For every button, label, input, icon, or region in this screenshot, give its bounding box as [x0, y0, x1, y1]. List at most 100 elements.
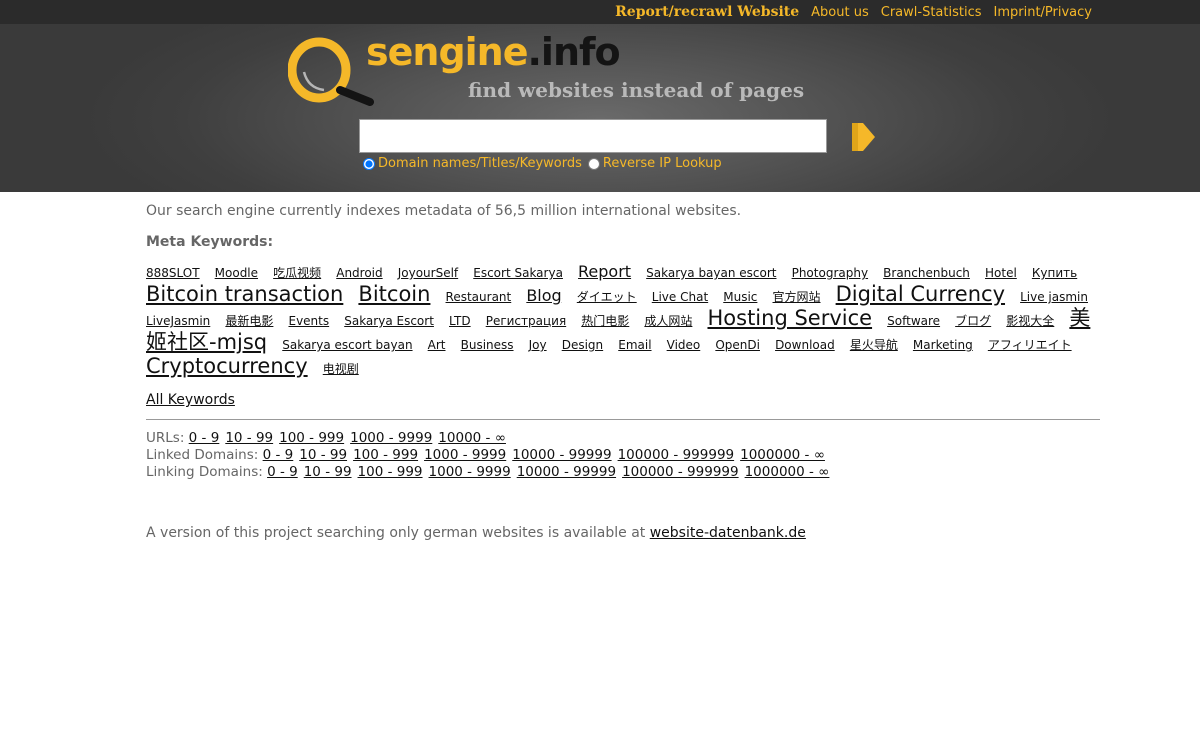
urls-range-row: URLs: 0 - 9 10 - 99 100 - 999 1000 - 9999 10…: [146, 430, 1100, 447]
keyword-link[interactable]: 888SLOT: [146, 266, 200, 280]
keyword-link[interactable]: 热门电影: [581, 314, 629, 328]
top-nav: Report/recrawl Website About us Crawl-St…: [615, 0, 1092, 24]
keyword-link[interactable]: Live jasmin: [1020, 290, 1088, 304]
footer-note: A version of this project searching only…: [146, 525, 1100, 541]
range-link[interactable]: 0 - 9: [263, 447, 294, 463]
keyword-link[interactable]: Hosting Service: [707, 306, 872, 330]
range-link[interactable]: 0 - 9: [189, 430, 220, 446]
keyword-link[interactable]: OpenDi: [715, 338, 760, 352]
keyword-link[interactable]: Events: [288, 314, 329, 328]
reverse-ip-option[interactable]: Reverse IP Lookup: [587, 156, 722, 171]
keyword-link[interactable]: Blog: [526, 286, 561, 305]
keyword-link[interactable]: 星火导航: [850, 338, 898, 352]
logo-name-part1: sengine: [366, 30, 528, 74]
imprint-privacy-link[interactable]: Imprint/Privacy: [994, 5, 1093, 20]
keyword-link[interactable]: Photography: [792, 266, 868, 280]
range-label: Linked Domains:: [146, 447, 259, 463]
linking-domains-range-row: Linking Domains: 0 - 9 10 - 99 100 - 999 10…: [146, 464, 1100, 481]
header: sengine.info find websites instead of pa…: [0, 24, 1200, 192]
range-link[interactable]: 1000 - 9999: [429, 464, 511, 480]
keyword-link[interactable]: Регистрация: [486, 314, 566, 328]
keyword-link[interactable]: Report: [578, 262, 631, 281]
keyword-link[interactable]: Design: [562, 338, 603, 352]
range-link[interactable]: 1000000 - ∞: [745, 464, 830, 480]
keyword-link[interactable]: Sakarya escort bayan: [282, 338, 412, 352]
top-bar: Report/recrawl Website About us Crawl-St…: [0, 0, 1200, 24]
keyword-link[interactable]: Bitcoin transaction: [146, 282, 343, 306]
keyword-link[interactable]: Live Chat: [652, 290, 708, 304]
keyword-link[interactable]: ブログ: [955, 314, 991, 328]
range-link[interactable]: 10 - 99: [299, 447, 347, 463]
search-button[interactable]: [850, 122, 876, 152]
keyword-link[interactable]: 影视大全: [1006, 314, 1054, 328]
search-mode-options: Domain names/Titles/Keywords Reverse IP …: [363, 156, 722, 171]
keyword-link[interactable]: Joy: [529, 338, 547, 352]
keyword-link[interactable]: Sakarya bayan escort: [646, 266, 776, 280]
keyword-link[interactable]: Marketing: [913, 338, 973, 352]
reverse-ip-radio[interactable]: [587, 157, 600, 170]
range-link[interactable]: 1000 - 9999: [424, 447, 506, 463]
domain-search-radio[interactable]: [363, 157, 375, 170]
keyword-link[interactable]: Business: [461, 338, 514, 352]
keyword-link[interactable]: Email: [618, 338, 651, 352]
range-label: Linking Domains:: [146, 464, 263, 480]
reverse-ip-label: Reverse IP Lookup: [602, 156, 722, 171]
keyword-link[interactable]: LTD: [449, 314, 471, 328]
range-label: URLs:: [146, 430, 185, 446]
divider: [146, 419, 1100, 420]
range-link[interactable]: 1000 - 9999: [350, 430, 432, 446]
site-logo[interactable]: sengine.info find websites instead of pa…: [288, 30, 808, 114]
range-link[interactable]: 10000 - ∞: [438, 430, 506, 446]
keyword-link[interactable]: Branchenbuch: [883, 266, 970, 280]
report-recrawl-link[interactable]: Report/recrawl Website: [615, 4, 799, 20]
main-content: Our search engine currently indexes meta…: [146, 192, 1100, 541]
range-link[interactable]: 100000 - 999999: [618, 447, 735, 463]
logo-name-part2: .info: [527, 30, 621, 74]
keyword-link[interactable]: 成人网站: [644, 314, 692, 328]
keyword-link[interactable]: Купить: [1032, 266, 1077, 280]
range-link[interactable]: 100000 - 999999: [622, 464, 739, 480]
keyword-link[interactable]: 官方网站: [773, 290, 821, 304]
crawl-statistics-link[interactable]: Crawl-Statistics: [881, 5, 982, 20]
range-link[interactable]: 100 - 999: [358, 464, 423, 480]
keyword-link[interactable]: Digital Currency: [836, 282, 1005, 306]
website-datenbank-link[interactable]: website-datenbank.de: [650, 525, 806, 541]
keyword-link[interactable]: アフィリエイト: [988, 338, 1072, 352]
keyword-link[interactable]: Bitcoin: [358, 282, 430, 306]
intro-text: Our search engine currently indexes meta…: [146, 203, 742, 219]
keyword-link[interactable]: Sakarya Escort: [344, 314, 434, 328]
domain-search-option[interactable]: Domain names/Titles/Keywords: [363, 156, 582, 171]
all-keywords-link[interactable]: All Keywords: [146, 392, 235, 408]
range-link[interactable]: 10 - 99: [225, 430, 273, 446]
keyword-link[interactable]: Cryptocurrency: [146, 354, 308, 378]
search-input[interactable]: [359, 119, 827, 153]
keyword-link[interactable]: Video: [667, 338, 701, 352]
keyword-link[interactable]: JoyourSelf: [398, 266, 458, 280]
meta-keywords-heading: Meta Keywords:: [146, 234, 274, 250]
keyword-link[interactable]: Escort Sakarya: [473, 266, 563, 280]
keyword-link[interactable]: 电视剧: [323, 362, 359, 376]
range-link[interactable]: 1000000 - ∞: [740, 447, 825, 463]
keyword-link[interactable]: Restaurant: [446, 290, 512, 304]
keyword-cloud: 888SLOT Moodle 吃瓜视频 Android JoyourSelf E…: [146, 261, 1100, 380]
range-link[interactable]: 100 - 999: [353, 447, 418, 463]
keyword-link[interactable]: Hotel: [985, 266, 1017, 280]
range-link[interactable]: 100 - 999: [279, 430, 344, 446]
range-link[interactable]: 0 - 9: [267, 464, 298, 480]
keyword-link[interactable]: Moodle: [215, 266, 258, 280]
keyword-link[interactable]: Android: [336, 266, 382, 280]
keyword-link[interactable]: Software: [887, 314, 940, 328]
about-us-link[interactable]: About us: [811, 5, 869, 20]
keyword-link[interactable]: Art: [428, 338, 446, 352]
range-link[interactable]: 10000 - 99999: [517, 464, 616, 480]
keyword-link[interactable]: Music: [723, 290, 757, 304]
keyword-link[interactable]: Download: [775, 338, 835, 352]
logo-tagline: find websites instead of pages: [468, 78, 805, 102]
range-link[interactable]: 10000 - 99999: [512, 447, 611, 463]
keyword-link[interactable]: 吃瓜视频: [273, 266, 321, 280]
keyword-link[interactable]: LiveJasmin: [146, 314, 210, 328]
range-link[interactable]: 10 - 99: [304, 464, 352, 480]
footer-text: A version of this project searching only…: [146, 525, 650, 541]
keyword-link[interactable]: ダイエット: [577, 290, 637, 304]
keyword-link[interactable]: 最新电影: [225, 314, 273, 328]
